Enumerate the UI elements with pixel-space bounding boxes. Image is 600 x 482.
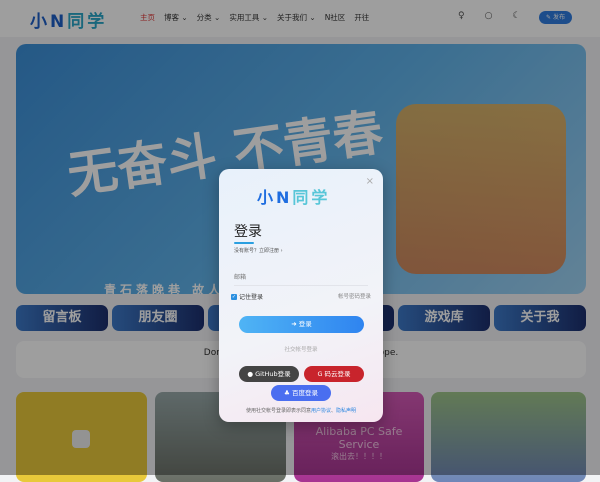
login-button[interactable]: ➜ 登录 bbox=[239, 316, 364, 333]
user-agreement-link[interactable]: 用户协议 bbox=[311, 408, 331, 414]
password-login-link[interactable]: 帐号密码登录 bbox=[338, 292, 371, 300]
github-icon: ● bbox=[247, 370, 256, 378]
paw-icon: ♣ bbox=[284, 389, 292, 397]
close-icon[interactable]: × bbox=[366, 176, 374, 187]
baidu-login-button[interactable]: ♣ 百度登录 bbox=[271, 385, 331, 401]
login-title: 登录 bbox=[234, 224, 262, 240]
title-underline bbox=[234, 242, 254, 244]
github-login-button[interactable]: ● GitHub登录 bbox=[239, 366, 299, 382]
gitee-icon: G bbox=[317, 370, 325, 378]
remember-checkbox[interactable]: ✓ 记住登录 bbox=[231, 292, 263, 301]
terms-notice: 使用社交帐号登录即表示同意用户协议、隐私声明 bbox=[245, 408, 357, 414]
login-modal: 小N同学 × 登录 没有账号？立即注册 › ✓记住登录 帐号密码登录 ➜ 登录 … bbox=[219, 169, 383, 422]
gitee-login-button[interactable]: G 码云登录 bbox=[304, 366, 364, 382]
social-separator: 社交帐号登录 bbox=[284, 347, 318, 353]
check-icon: ✓ bbox=[231, 293, 237, 300]
email-input[interactable] bbox=[234, 270, 368, 286]
modal-logo: 小N同学 bbox=[257, 188, 331, 207]
register-link[interactable]: 没有账号？立即注册 › bbox=[234, 247, 283, 254]
privacy-link[interactable]: 隐私声明 bbox=[336, 408, 356, 414]
